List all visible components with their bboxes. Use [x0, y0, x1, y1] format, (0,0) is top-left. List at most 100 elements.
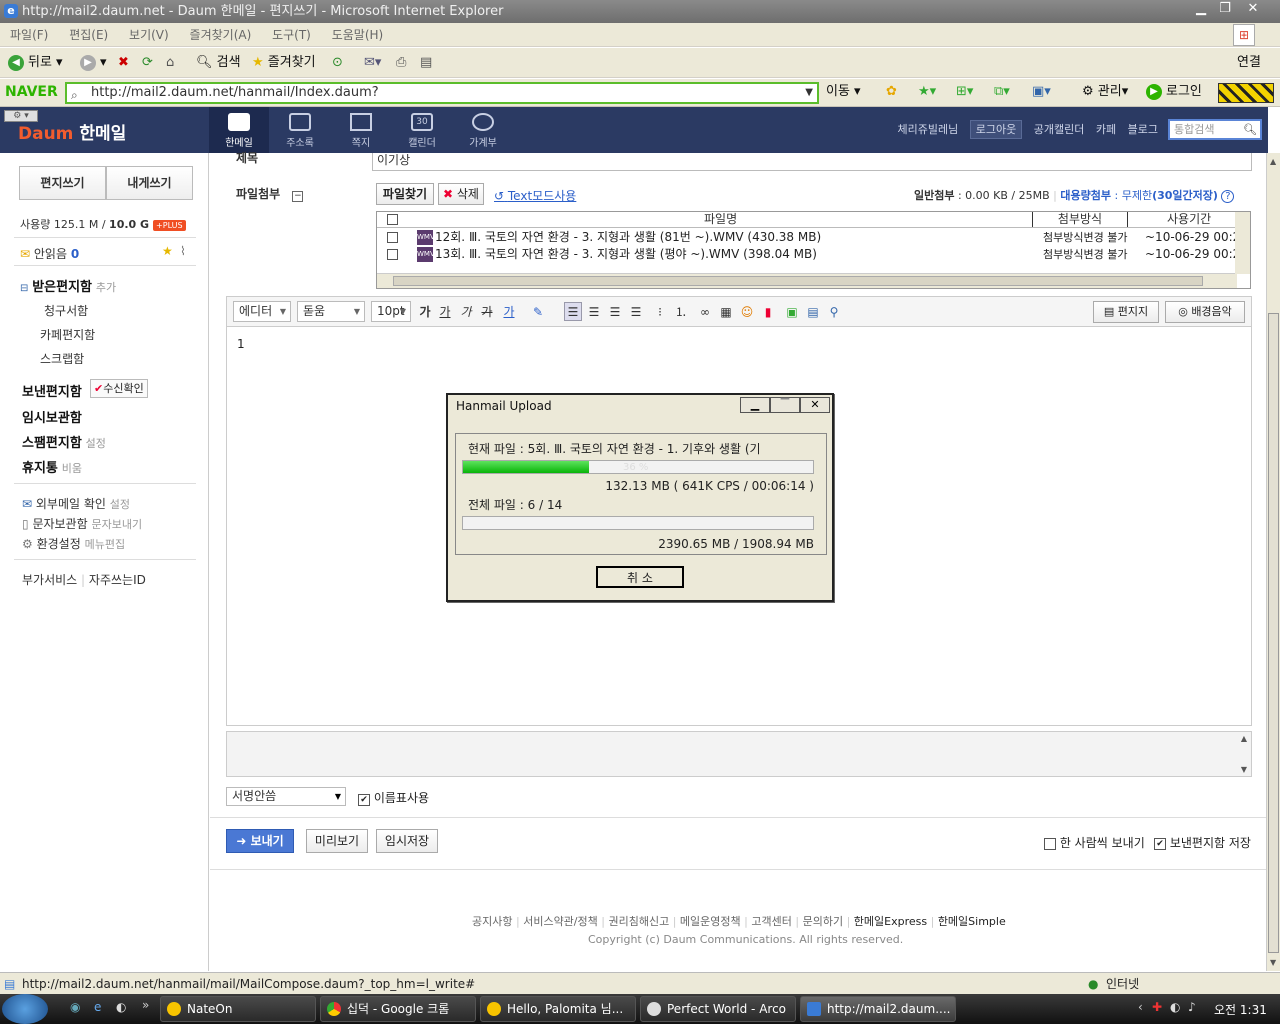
font-select[interactable]: 돋움 ▼ — [297, 301, 365, 322]
attachment-row[interactable]: WMV 13회. Ⅲ. 국토의 자연 환경 - 3. 지형과 생활 (평야 ~)… — [377, 246, 1248, 263]
plus-badge[interactable]: +PLUS — [153, 220, 186, 231]
menu-tools[interactable]: 도구(T) — [272, 28, 311, 42]
subfolder-scrap[interactable]: 스크랩함 — [40, 350, 84, 367]
attachment-row[interactable]: WMV 12회. Ⅲ. 국토의 자연 환경 - 3. 지형과 생활 (81번 ~… — [377, 229, 1248, 246]
map-icon[interactable]: ⚲ — [825, 302, 843, 321]
bullet-list-icon[interactable]: ⁝ — [651, 302, 669, 321]
menu-file[interactable]: 파일(F) — [10, 28, 48, 42]
unread-row[interactable]: ✉ 안읽음 0 — [20, 245, 79, 262]
unified-search-input[interactable]: 통합검색 🔍︎ — [1168, 119, 1262, 140]
mail-icon[interactable]: ✉▾ — [364, 48, 381, 78]
refresh-icon[interactable]: ⟳ — [142, 48, 153, 78]
align-left-icon[interactable]: ☰ — [564, 302, 582, 321]
chevron-down-icon[interactable]: ▼ — [805, 84, 813, 102]
nav-mail[interactable]: 한메일 — [209, 107, 269, 153]
link-cafe[interactable]: 카페 — [1096, 123, 1116, 136]
toolbar-icon-1[interactable]: ✿ — [886, 78, 897, 106]
footer-link[interactable]: 한메일Express — [854, 915, 927, 928]
extra-services[interactable]: 부가서비스 | 자주쓰는ID — [22, 571, 146, 588]
menu-edit[interactable]: 편집(E) — [69, 28, 108, 42]
home-icon[interactable]: ⌂ — [166, 48, 174, 78]
ie-icon[interactable]: e — [94, 1000, 101, 1014]
nav-budget[interactable]: 가계부 — [453, 107, 513, 153]
collapse-icon[interactable]: − — [292, 191, 304, 202]
daum-logo[interactable]: Daum 한메일 — [18, 119, 126, 144]
clock[interactable]: 오전 1:31 — [1214, 1001, 1267, 1018]
find-file-button[interactable]: 파일찾기 — [376, 183, 434, 205]
underline-icon[interactable]: 가 — [436, 302, 454, 321]
task-chrome[interactable]: 십덕 - Google 크롬 — [320, 996, 476, 1022]
task-perfect-world[interactable]: Perfect World - Arco — [640, 996, 796, 1022]
banner-icon[interactable] — [1218, 83, 1274, 103]
text-mode-link[interactable]: ↺ Text모드사용 — [494, 187, 576, 204]
bold-icon[interactable]: 가 — [416, 302, 434, 321]
cancel-upload-button[interactable]: 취 소 — [596, 566, 684, 588]
close-button[interactable]: ✕ — [1240, 0, 1266, 17]
menu-help[interactable]: 도움말(H) — [332, 28, 384, 42]
frequent-ids[interactable]: 자주쓰는ID — [89, 573, 146, 587]
collapse-icon[interactable]: ⊟ — [20, 283, 28, 294]
folder-inbox[interactable]: ⊟ 받은편지함 추가 — [20, 276, 116, 295]
favorites-button[interactable]: ★ 즐겨찾기 — [252, 48, 316, 78]
checkbox[interactable] — [1044, 837, 1056, 850]
compose-button[interactable]: 편지쓰기 — [19, 166, 106, 200]
add-icon[interactable]: ⊞▾ — [956, 78, 973, 106]
attach-media-icon[interactable]: ▤ — [804, 302, 822, 321]
task-nateon[interactable]: NateOn — [160, 996, 316, 1022]
numbered-list-icon[interactable]: ⒈ — [672, 302, 690, 321]
media-icon[interactable]: ◐ — [116, 1000, 126, 1014]
subfolder-bills[interactable]: 청구서함 — [44, 302, 88, 319]
logout-button[interactable]: 로그아웃 — [969, 120, 1023, 139]
highlight-icon[interactable]: ✎ — [529, 302, 547, 321]
bgm-button[interactable]: ◎ 배경음악 — [1165, 301, 1245, 323]
stationery-button[interactable]: ▤ 편지지 — [1093, 301, 1159, 323]
col-filename[interactable]: 파일명 — [704, 212, 737, 227]
save-draft-button[interactable]: 임시저장 — [376, 829, 438, 853]
nav-addressbook[interactable]: 주소록 — [270, 107, 330, 153]
toolbar-icon-3[interactable]: ▣▾ — [1032, 78, 1051, 106]
checkbox-checked-icon[interactable]: ✔ — [358, 794, 370, 806]
nav-note[interactable]: 쪽지 — [331, 107, 391, 153]
maximize-button[interactable]: ❐ — [1212, 0, 1238, 17]
folder-sent[interactable]: 보낸편지함 — [22, 381, 82, 400]
font-size-select[interactable]: 10pt ▼ — [371, 301, 411, 322]
minimize-button[interactable]: ▁ — [1188, 0, 1214, 17]
folder-spam[interactable]: 스팸편지함 설정 — [22, 432, 106, 451]
print-icon[interactable]: ⎙ — [396, 48, 406, 78]
footer-link[interactable]: 한메일Simple — [938, 915, 1006, 928]
task-hello[interactable]: Hello, Palomita 님... — [480, 996, 636, 1022]
close-icon[interactable]: ✕ — [800, 397, 830, 413]
footer-link[interactable]: 공지사항 — [472, 915, 512, 928]
menu-favorites[interactable]: 즐겨찾기(A) — [190, 28, 252, 42]
footer-link[interactable]: 서비스약관/정책 — [523, 915, 598, 928]
nav-calendar[interactable]: 30 캘린더 — [392, 107, 452, 153]
edit-page-icon[interactable]: ▤ — [420, 48, 432, 78]
row-checkbox[interactable] — [387, 249, 398, 260]
sms-box[interactable]: ▯ 문자보관함 문자보내기 — [22, 515, 142, 532]
star-icon[interactable]: ★ — [162, 244, 173, 258]
address-field[interactable]: ⌕ http://mail2.daum.net/hanmail/Index.da… — [65, 82, 819, 104]
read-receipt-button[interactable]: ✔수신확인 — [90, 379, 148, 398]
name-card-option[interactable]: ✔ 이름표사용 — [358, 789, 429, 806]
align-right-icon[interactable]: ☰ — [606, 302, 624, 321]
stop-icon[interactable]: ✖ — [118, 48, 129, 78]
preview-button[interactable]: 미리보기 — [306, 829, 368, 853]
table-icon[interactable]: ▦ — [717, 302, 735, 321]
italic-icon[interactable]: 가 — [457, 302, 475, 321]
font-color-icon[interactable]: 가 — [500, 302, 518, 321]
volume-icon[interactable]: ♪ — [1188, 1000, 1196, 1014]
toolbar-icon-2[interactable]: ⧉▾ — [994, 78, 1010, 106]
delete-file-button[interactable]: ✖ 삭제 — [438, 183, 484, 205]
tray-arrow-icon[interactable]: ‹ — [1138, 1000, 1143, 1014]
quicklaunch-icon[interactable]: ◉ — [70, 1000, 80, 1014]
link-public-calendar[interactable]: 공개캘린더 — [1034, 123, 1085, 136]
naver-logo[interactable]: NAVER — [5, 84, 58, 100]
history-icon[interactable]: ⊙ — [332, 48, 343, 78]
start-button[interactable] — [2, 994, 48, 1024]
tray-icon-2[interactable]: ◐ — [1170, 1000, 1180, 1014]
image-icon[interactable]: ▣ — [783, 302, 801, 321]
footer-link[interactable]: 고객센터 — [751, 915, 791, 928]
align-justify-icon[interactable]: ☰ — [627, 302, 645, 321]
bookmark-icon[interactable]: ★▾ — [918, 78, 936, 106]
search-icon[interactable]: 🔍︎ — [1243, 121, 1257, 138]
